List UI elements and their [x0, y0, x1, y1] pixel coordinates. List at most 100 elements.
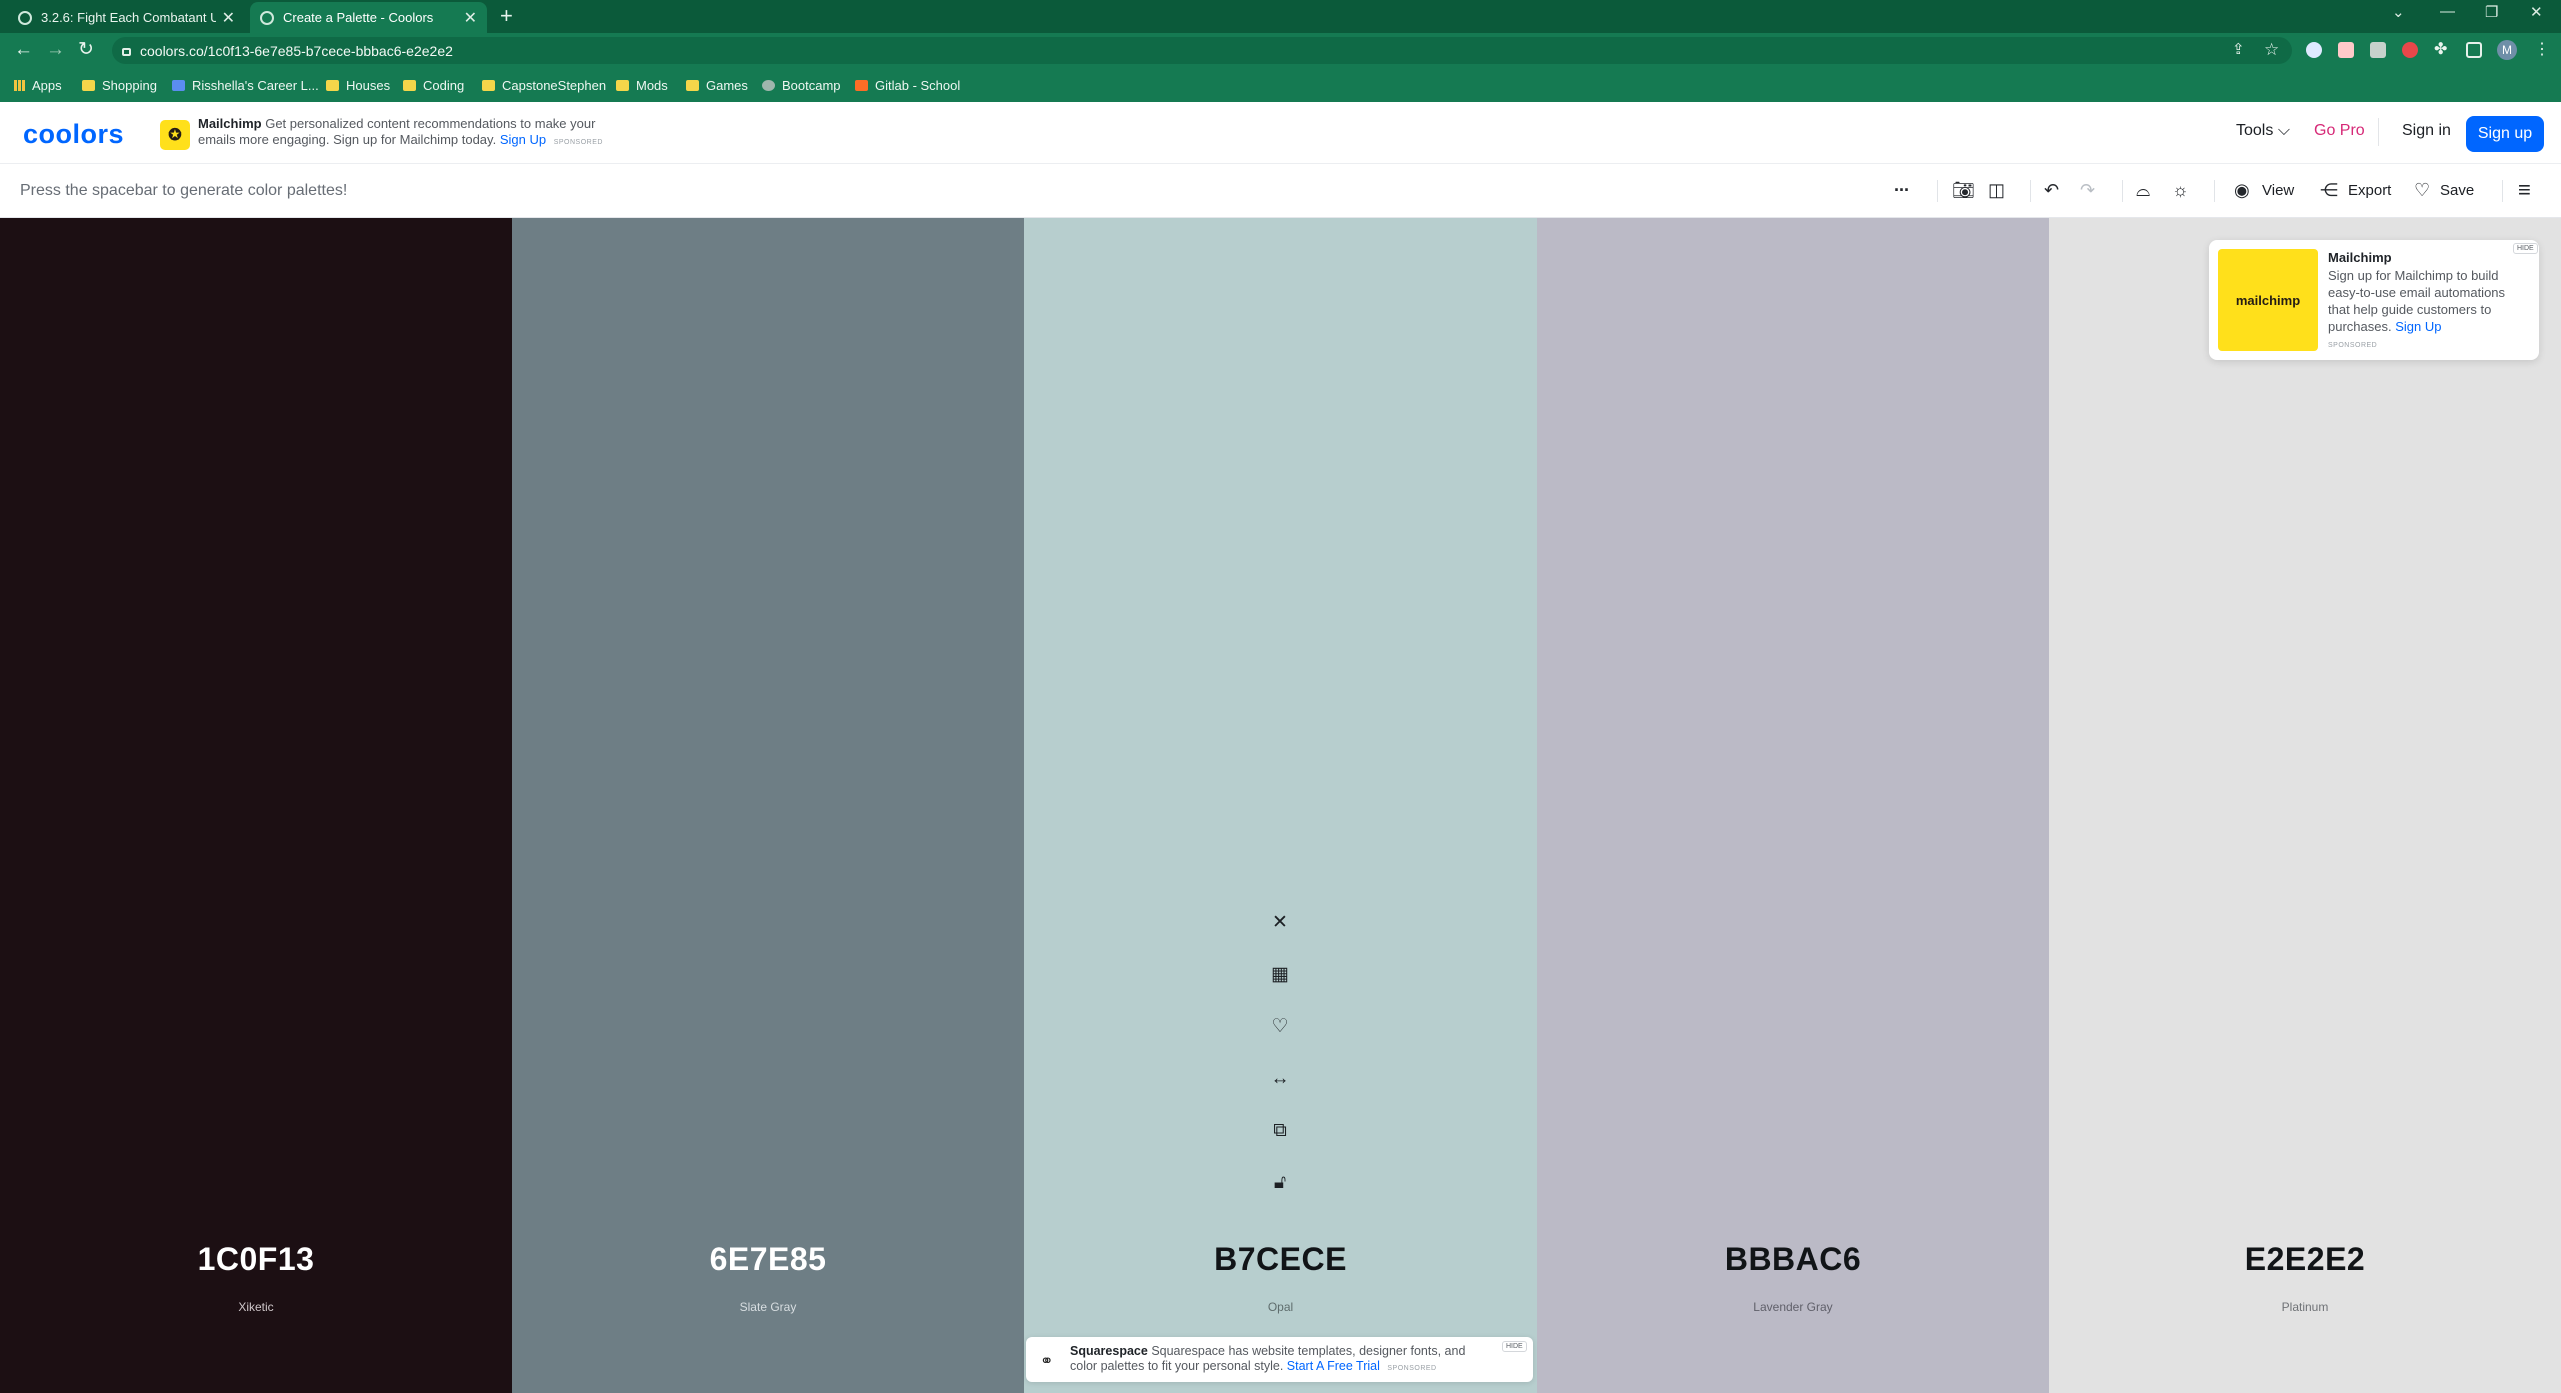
mailchimp-logo-icon[interactable]: ✪ [160, 120, 190, 150]
more-options-icon[interactable]: ... [1894, 174, 1909, 196]
minimize-icon[interactable]: — [2440, 3, 2455, 20]
mailchimp-thumbnail: mailchimp [2218, 249, 2318, 351]
color-swatch[interactable]: B7CECE Opal ✕ ▦ ♡ ↔ ⧉ 🔓︎ [1024, 218, 1537, 1393]
tab-favicon-icon [18, 10, 32, 25]
bookmark-houses[interactable]: Houses [326, 78, 390, 93]
toolbar-divider [2030, 180, 2031, 202]
side-ad-card[interactable]: mailchimp Mailchimp Sign up for Mailchim… [2209, 240, 2539, 360]
ad-sponsored-label: SPONSORED [553, 139, 603, 146]
swatch-hex-code[interactable]: 6E7E85 [512, 1241, 1024, 1278]
palette-toolbar: Press the spacebar to generate color pal… [0, 164, 2561, 218]
grid-icon[interactable]: ▦ [1270, 965, 1290, 985]
swatch-color-name: Slate Gray [739, 1300, 797, 1314]
bookmark-career[interactable]: Risshella's Career L... [172, 78, 319, 93]
avatar[interactable]: M [2497, 40, 2517, 60]
bottom-ad-card[interactable]: ⚭ Squarespace Squarespace has website te… [1026, 1337, 1533, 1382]
header-ad[interactable]: Mailchimp Get personalized content recom… [198, 116, 628, 151]
redo-icon[interactable]: ↷ [2080, 179, 2095, 201]
bookmark-games[interactable]: Games [686, 78, 748, 93]
heart-icon[interactable]: ♡ [2414, 179, 2430, 201]
chevron-down-icon: ⌵ [2277, 122, 2290, 139]
color-swatch[interactable]: 1C0F13 Xiketic [0, 218, 512, 1393]
forward-icon[interactable]: → [46, 40, 65, 60]
close-icon[interactable]: ✕ [222, 8, 235, 28]
window-close-icon[interactable]: ✕ [2530, 3, 2543, 21]
extension-icon[interactable] [2402, 42, 2418, 58]
view-button[interactable]: View [2262, 182, 2294, 199]
hamburger-menu-icon[interactable]: ≡ [2518, 179, 2531, 201]
bookmark-coding[interactable]: Coding [403, 78, 464, 93]
swatch-hex-code[interactable]: B7CECE [1024, 1241, 1537, 1278]
color-swatch[interactable]: BBBAC6 Lavender Gray [1537, 218, 2049, 1393]
extension-icon[interactable] [2370, 42, 2386, 58]
sign-in-link[interactable]: Sign in [2402, 122, 2451, 140]
bottom-ad-sponsored-label: SPONSORED [1387, 1365, 1437, 1372]
side-panel-toggle-icon[interactable]: ◫ [1988, 179, 2005, 201]
folder-icon [403, 80, 416, 91]
share-icon[interactable]: ⇪ [2232, 40, 2245, 60]
camera-icon[interactable]: 📷︎ [1952, 179, 1975, 201]
color-swatch[interactable]: 6E7E85 Slate Gray [512, 218, 1024, 1393]
swatch-hex-code[interactable]: 1C0F13 [0, 1241, 512, 1278]
side-ad-title: Mailchimp [2328, 250, 2392, 265]
close-icon[interactable]: ✕ [464, 8, 477, 28]
close-icon[interactable]: ✕ [1270, 913, 1290, 933]
swatch-hex-code[interactable]: BBBAC6 [1537, 1241, 2049, 1278]
puzzle-icon[interactable]: ✤ [2434, 40, 2447, 60]
browser-tab[interactable]: 3.2.6: Fight Each Combatant Usin ✕ [8, 2, 245, 33]
go-pro-link[interactable]: Go Pro [2314, 122, 2365, 140]
side-panel-icon[interactable] [2466, 42, 2482, 58]
restore-icon[interactable]: ❐ [2485, 3, 2498, 21]
export-button[interactable]: Export [2348, 182, 2391, 199]
lock-icon[interactable]: 🔓︎ [1270, 1173, 1290, 1193]
side-ad-signup-link[interactable]: Sign Up [2395, 319, 2441, 334]
sun-icon[interactable]: ☼ [2172, 179, 2189, 201]
share-nodes-icon[interactable]: ⋲ [2320, 179, 2338, 201]
eye-icon[interactable]: ◉ [2234, 179, 2250, 201]
bottom-ad-trial-link[interactable]: Start A Free Trial [1287, 1359, 1380, 1373]
folder-icon [326, 80, 339, 91]
bookmark-shopping[interactable]: Shopping [82, 78, 157, 93]
gitlab-icon [855, 80, 868, 91]
star-icon[interactable]: ☆ [2264, 40, 2279, 60]
undo-icon[interactable]: ↶ [2044, 179, 2059, 201]
browser-tab-active[interactable]: Create a Palette - Coolors ✕ [250, 2, 487, 33]
swatch-hex-code[interactable]: E2E2E2 [2049, 1241, 2561, 1278]
save-button[interactable]: Save [2440, 182, 2474, 199]
bottom-ad-hide-button[interactable]: HIDE [1502, 1341, 1527, 1352]
tab-favicon-icon [260, 10, 274, 25]
extension-icon[interactable] [2306, 42, 2322, 58]
bottom-ad-text: Squarespace Squarespace has website temp… [1070, 1344, 1466, 1373]
back-icon[interactable]: ← [14, 40, 33, 60]
toolbar-divider [2122, 180, 2123, 202]
folder-icon [482, 80, 495, 91]
new-tab-button[interactable]: + [500, 4, 513, 28]
swatch-color-name: Platinum [2281, 1300, 2329, 1314]
browser-menu-icon[interactable]: ⋮ [2534, 40, 2550, 60]
folder-icon [686, 80, 699, 91]
swatch-color-name: Xiketic [238, 1300, 274, 1314]
toolbar-divider [2214, 180, 2215, 202]
bookmark-bootcamp[interactable]: Bootcamp [762, 78, 841, 93]
reload-icon[interactable]: ↻ [78, 40, 94, 60]
folder-icon [82, 80, 95, 91]
heart-icon[interactable]: ♡ [1270, 1017, 1290, 1037]
tab-search-icon[interactable]: ⌄ [2392, 3, 2405, 21]
bookmark-capstone[interactable]: CapstoneStephen [482, 78, 606, 93]
coolors-logo[interactable]: coolors [23, 119, 124, 150]
bookmark-gitlab[interactable]: Gitlab - School [855, 78, 960, 93]
tools-menu[interactable]: Tools ⌵ [2236, 122, 2290, 140]
url-field[interactable]: coolors.co/1c0f13-6e7e85-b7cece-bbbac6-e… [112, 37, 2292, 64]
color-swatch[interactable]: E2E2E2 Platinum [2049, 218, 2561, 1393]
bookmark-apps[interactable]: Apps [14, 78, 62, 93]
sign-up-button[interactable]: Sign up [2466, 116, 2544, 152]
side-ad-body: Sign up for Mailchimp to build easy-to-u… [2328, 268, 2506, 334]
bookmark-mods[interactable]: Mods [616, 78, 668, 93]
extension-icon[interactable] [2338, 42, 2354, 58]
side-ad-hide-button[interactable]: HIDE [2513, 243, 2538, 254]
ad-signup-link[interactable]: Sign Up [500, 132, 546, 147]
url-text: coolors.co/1c0f13-6e7e85-b7cece-bbbac6-e… [140, 42, 453, 59]
drag-arrows-icon[interactable]: ↔ [1270, 1069, 1290, 1089]
copy-icon[interactable]: ⧉ [1270, 1121, 1290, 1141]
glasses-icon[interactable]: ⌓ [2136, 179, 2150, 201]
